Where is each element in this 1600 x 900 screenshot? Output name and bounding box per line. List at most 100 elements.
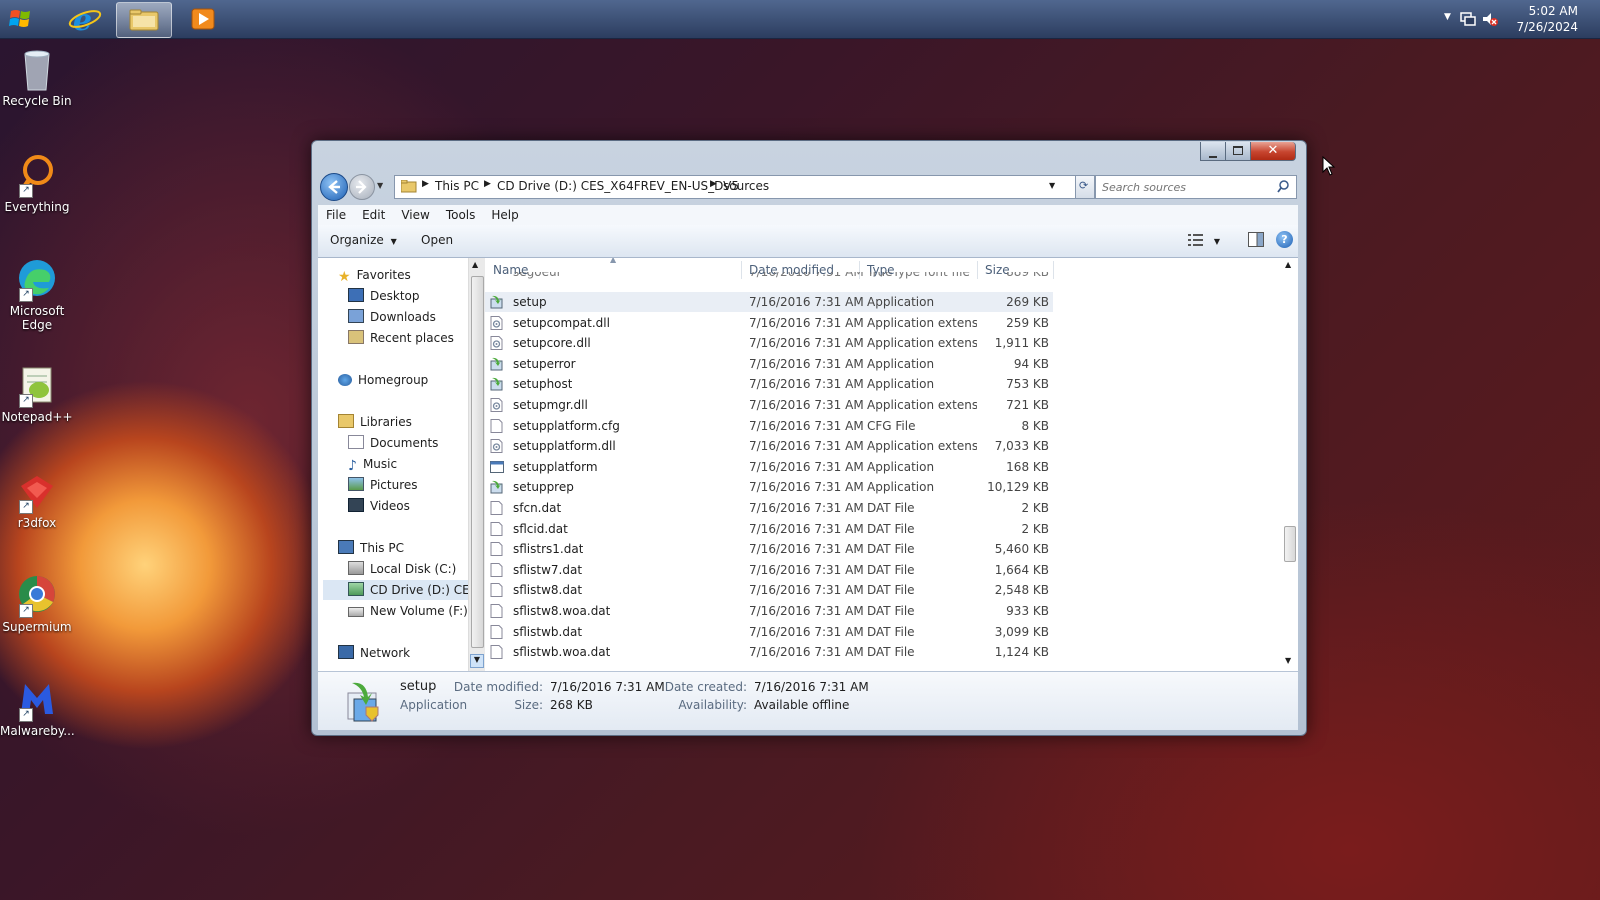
address-bar[interactable]: ▶ This PC ▶ CD Drive (D:) CES_X64FREV_EN…: [394, 175, 1076, 199]
forward-button[interactable]: [349, 174, 375, 200]
nav-music[interactable]: ♪ Music: [348, 454, 397, 474]
table-row[interactable]: sfcn.dat 7/16/2016 7:31 AM DAT File 2 KB: [485, 498, 1053, 518]
taskbar-internet-explorer[interactable]: e: [58, 2, 112, 38]
menu-view[interactable]: View: [393, 205, 437, 225]
nav-documents[interactable]: Documents: [348, 433, 438, 453]
breadcrumb-separator-icon[interactable]: ▶: [710, 179, 717, 189]
hard-drive-icon: [348, 607, 364, 617]
help-button[interactable]: ?: [1276, 231, 1293, 248]
breadcrumb-sources[interactable]: sources: [723, 179, 769, 193]
file-type: TrueType font file: [867, 272, 970, 279]
details-file-name: setup: [400, 679, 437, 694]
table-row[interactable]: setupplatform 7/16/2016 7:31 AM Applicatio…: [485, 457, 1053, 477]
file-list-scrollbar-thumb[interactable]: [1284, 526, 1296, 562]
nav-recent-places[interactable]: Recent places: [348, 328, 454, 348]
taskbar-media-player[interactable]: [176, 2, 230, 36]
close-button[interactable]: ✕: [1250, 142, 1296, 161]
table-row[interactable]: setupplatform.cfg 7/16/2016 7:31 AM CFG Fi…: [485, 416, 1053, 436]
nav-desktop[interactable]: Desktop: [348, 286, 420, 306]
table-row[interactable]: sflcid.dat 7/16/2016 7:31 AM DAT File 2 KB: [485, 519, 1053, 539]
table-row[interactable]: sflistwb.woa.dat 7/16/2016 7:31 AM DAT Fil…: [485, 642, 1053, 662]
table-row[interactable]: setupprep 7/16/2016 7:31 AM Application 10,…: [485, 477, 1053, 497]
nav-favorites[interactable]: ★ Favorites: [338, 265, 411, 285]
tray-expand-icon[interactable]: ▼: [1444, 12, 1451, 22]
table-row[interactable]: setup 7/16/2016 7:31 AM Application 269 KB: [485, 292, 1053, 312]
desktop-icon-everything[interactable]: ↗ Everything: [0, 152, 74, 214]
table-row[interactable]: sflistwb.dat 7/16/2016 7:31 AM DAT File 3,0…: [485, 622, 1053, 642]
nav-network[interactable]: Network: [338, 643, 410, 663]
table-row-partial[interactable]: segoeui 7/16/2016 7:31 AM TrueType font …: [485, 272, 1053, 282]
open-button[interactable]: Open: [421, 233, 453, 247]
table-row[interactable]: setupmgr.dll 7/16/2016 7:31 AM Application…: [485, 395, 1053, 415]
nav-pictures[interactable]: Pictures: [348, 475, 418, 495]
scroll-down-icon[interactable]: ▼: [1285, 656, 1291, 665]
nav-this-pc[interactable]: This PC: [338, 538, 404, 558]
refresh-button[interactable]: ⟳: [1075, 175, 1095, 199]
table-row[interactable]: setupcore.dll 7/16/2016 7:31 AM Applicatio…: [485, 333, 1053, 353]
file-size: 168 KB: [1006, 459, 1049, 474]
menu-file[interactable]: File: [318, 205, 354, 225]
taskbar-file-explorer[interactable]: [116, 2, 172, 38]
details-label: Size:: [514, 698, 543, 712]
address-dropdown-icon[interactable]: ▼: [1049, 181, 1055, 190]
search-input[interactable]: [1100, 178, 1274, 196]
recent-pages-dropdown[interactable]: ▼: [377, 181, 383, 190]
nav-scrollbar[interactable]: ▲ ▼: [468, 258, 485, 671]
table-row[interactable]: setuperror 7/16/2016 7:31 AM Application 94…: [485, 354, 1053, 374]
table-row[interactable]: sflistw8.dat 7/16/2016 7:31 AM DAT File 2,5…: [485, 580, 1053, 600]
breadcrumb-separator-icon[interactable]: ▶: [422, 179, 429, 189]
search-box[interactable]: [1095, 175, 1297, 199]
scroll-up-icon[interactable]: ▲: [472, 260, 478, 269]
table-row[interactable]: sflistw8.woa.dat 7/16/2016 7:31 AM DAT Fil…: [485, 601, 1053, 621]
minimize-button[interactable]: [1200, 142, 1226, 161]
nav-new-volume[interactable]: New Volume (F:): [348, 601, 468, 621]
table-row[interactable]: setupcompat.dll 7/16/2016 7:31 AM Applicat…: [485, 313, 1053, 333]
details-view-icon: [1188, 234, 1203, 246]
breadcrumb-separator-icon[interactable]: ▶: [484, 179, 491, 189]
file-name: segoeui: [513, 272, 560, 279]
desktop-icon-recycle-bin[interactable]: Recycle Bin: [0, 46, 74, 108]
start-button[interactable]: [0, 2, 54, 36]
file-size: 933 KB: [1006, 604, 1049, 618]
nav-cd-drive[interactable]: CD Drive (D:) CES: [323, 580, 468, 600]
desktop-icon-edge[interactable]: ↗ Microsoft Edge: [0, 256, 74, 332]
table-row[interactable]: setuphost 7/16/2016 7:31 AM Application 753…: [485, 374, 1053, 394]
file-size: 7,033 KB: [994, 439, 1049, 454]
volume-muted-icon[interactable]: [1482, 11, 1498, 27]
organize-button[interactable]: Organize ▼: [330, 233, 397, 247]
desktop-icon-notepadpp[interactable]: ↗ Notepad++: [0, 362, 74, 424]
preview-pane-button[interactable]: [1248, 232, 1264, 250]
desktop-icon-supermium[interactable]: ↗ Supermium: [0, 572, 74, 634]
clock-date: 7/26/2024: [1516, 20, 1578, 34]
file-date: 7/16/2016 7:31 AM: [749, 398, 864, 412]
file-date: 7/16/2016 7:31 AM: [749, 521, 864, 536]
nav-scrollbar-thumb[interactable]: [471, 276, 484, 648]
nav-local-disk[interactable]: Local Disk (C:): [348, 559, 456, 579]
breadcrumb-this-pc[interactable]: This PC: [435, 179, 479, 193]
nav-homegroup[interactable]: Homegroup: [338, 370, 428, 390]
file-list-scrollbar[interactable]: ▲ ▼: [1281, 258, 1297, 671]
scroll-down-icon[interactable]: ▼: [470, 654, 484, 668]
table-row[interactable]: sflistrs1.dat 7/16/2016 7:31 AM DAT File 5,…: [485, 539, 1053, 559]
back-button[interactable]: [320, 173, 348, 201]
nav-downloads[interactable]: Downloads: [348, 307, 436, 327]
search-icon[interactable]: [1277, 180, 1290, 193]
maximize-button[interactable]: [1225, 142, 1251, 161]
scroll-up-icon[interactable]: ▲: [1285, 260, 1291, 269]
setup-app-icon: [347, 682, 379, 722]
table-row[interactable]: setupplatform.dll 7/16/2016 7:31 AM Applic…: [485, 436, 1053, 456]
column-divider[interactable]: [1053, 261, 1054, 279]
desktop-icon-malwarebytes[interactable]: ↗ Malwareby...: [0, 676, 75, 738]
breadcrumb-cd-drive[interactable]: CD Drive (D:) CES_X64FREV_EN-US_DV5: [497, 179, 739, 193]
chevron-down-icon: ▼: [1213, 237, 1220, 246]
network-icon[interactable]: [1460, 11, 1476, 27]
desktop-icon-r3dfox[interactable]: ↗ r3dfox: [0, 468, 74, 530]
nav-libraries[interactable]: Libraries: [338, 412, 412, 432]
menu-help[interactable]: Help: [483, 205, 526, 225]
change-view-button[interactable]: ▼: [1188, 233, 1220, 250]
nav-videos[interactable]: Videos: [348, 496, 410, 516]
menu-tools[interactable]: Tools: [438, 205, 484, 225]
menu-edit[interactable]: Edit: [354, 205, 393, 225]
table-row[interactable]: sflistw7.dat 7/16/2016 7:31 AM DAT File 1,6…: [485, 560, 1053, 580]
taskbar-clock[interactable]: 5:02 AM 7/26/2024: [1516, 3, 1578, 35]
